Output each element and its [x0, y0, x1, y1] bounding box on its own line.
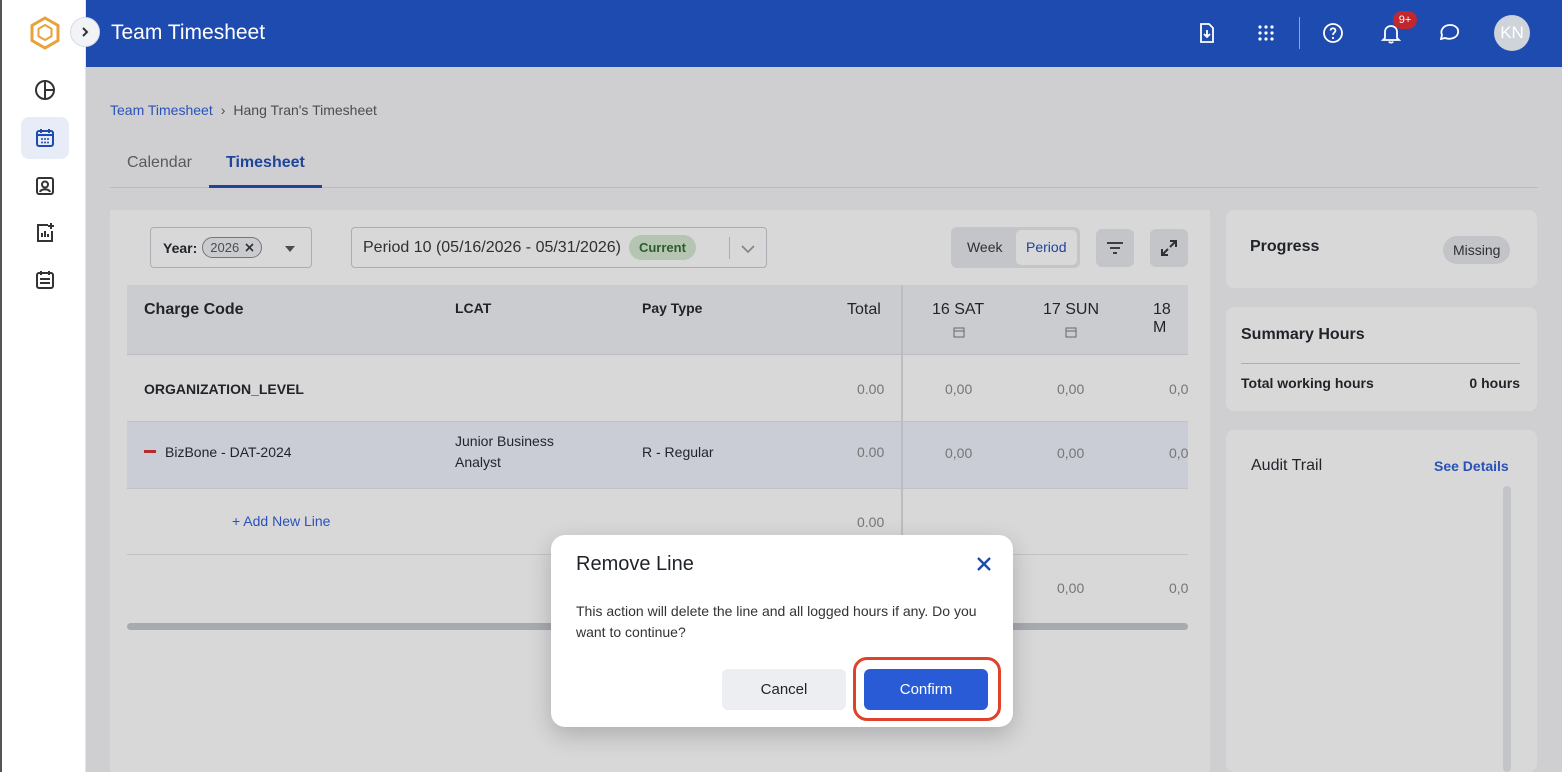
close-icon[interactable] [973, 553, 995, 575]
download-icon[interactable] [1192, 18, 1222, 48]
contact-card-icon [36, 177, 54, 195]
cancel-button[interactable]: Cancel [722, 669, 846, 710]
top-header: Team Timesheet 9+ KN [86, 0, 1562, 67]
calendar-icon [36, 129, 54, 147]
dialog-message: This action will delete the line and all… [576, 603, 977, 640]
help-icon[interactable] [1318, 18, 1348, 48]
app-shell: Team Timesheet 9+ KN Team Timesheet › Ha… [0, 0, 1562, 772]
sidebar-item-timesheet[interactable] [21, 117, 69, 159]
sidebar [0, 0, 86, 772]
sidebar-item-dashboard[interactable] [21, 69, 69, 111]
notification-badge: 9+ [1393, 11, 1417, 29]
avatar[interactable]: KN [1494, 15, 1530, 51]
page-title: Team Timesheet [111, 21, 266, 44]
chat-icon[interactable] [1434, 18, 1464, 48]
header-divider [1299, 17, 1300, 49]
sidebar-item-schedule[interactable] [21, 259, 69, 301]
expand-sidebar-button[interactable] [70, 17, 100, 47]
apps-grid-icon[interactable] [1251, 18, 1281, 48]
app-logo-icon[interactable] [28, 16, 62, 50]
sidebar-item-reports[interactable] [21, 212, 69, 254]
remove-line-dialog: Remove Line This action will delete the … [551, 535, 1013, 727]
chevron-right-icon [82, 27, 89, 37]
confirm-button[interactable]: Confirm [864, 669, 988, 710]
add-report-icon [37, 223, 54, 242]
schedule-icon [36, 271, 54, 289]
dialog-title: Remove Line [576, 553, 694, 575]
pie-chart-icon [35, 80, 55, 100]
sidebar-item-profile[interactable] [21, 165, 69, 207]
